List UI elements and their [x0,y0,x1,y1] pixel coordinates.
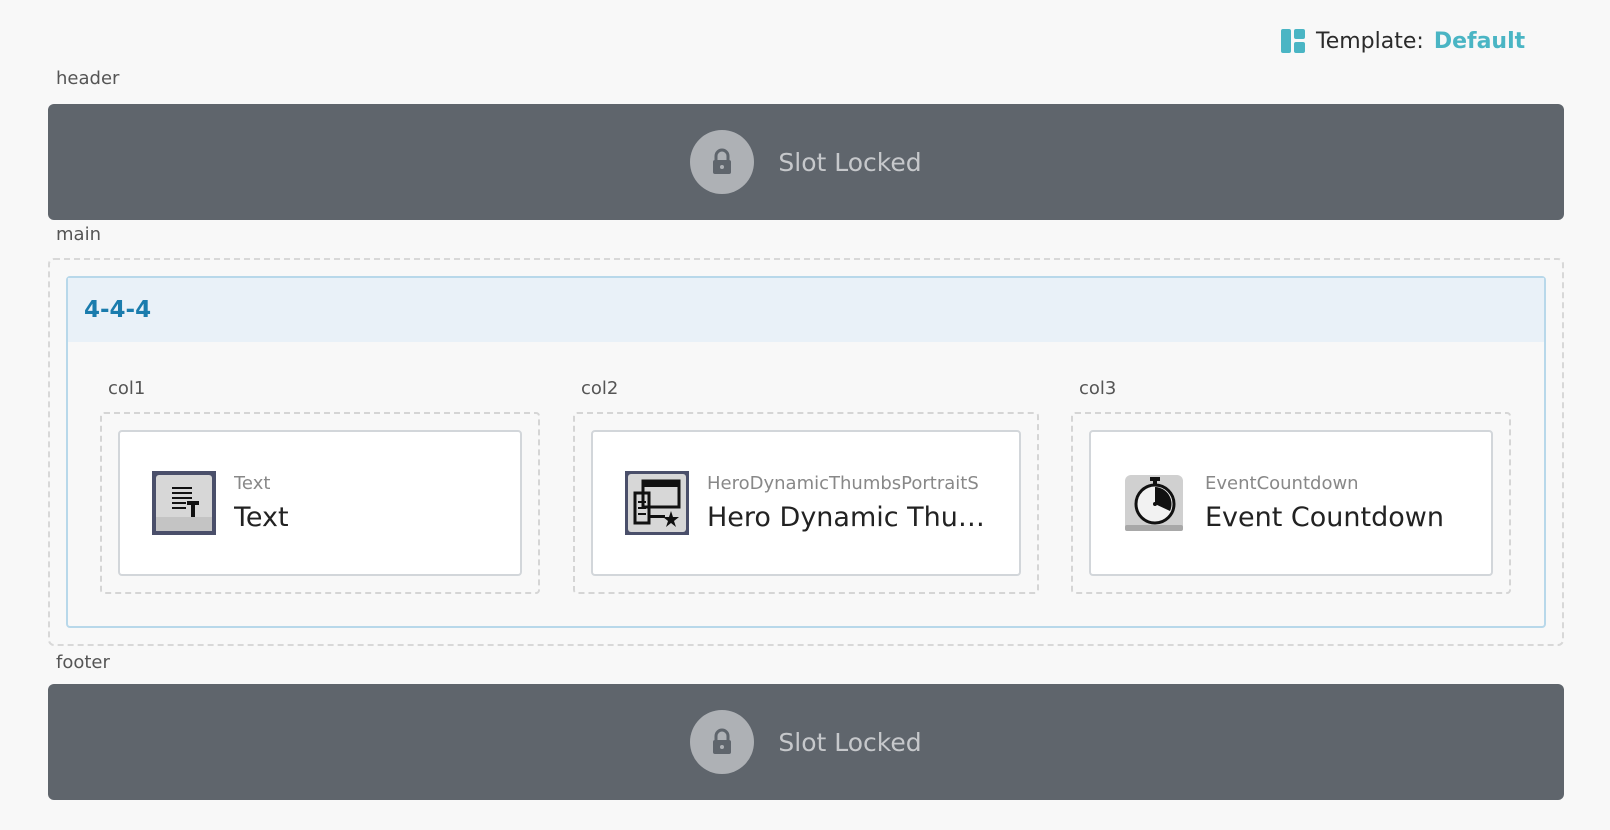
stopwatch-icon [1125,475,1183,531]
widget-card-hero-dynamic-thumbs[interactable]: HeroDynamicThumbsPortraitS Hero Dynamic … [591,430,1021,576]
col1-label: col1 [108,378,146,399]
widget-card-text[interactable]: Text Text [118,430,522,576]
widget-name: Text [234,502,289,533]
lock-icon [690,130,755,194]
header-slot-locked: Slot Locked [48,104,1564,220]
layout-template-icon [1281,29,1305,53]
template-value[interactable]: Default [1434,29,1525,54]
widget-type: HeroDynamicThumbsPortraitS [707,473,979,494]
hero-dynamic-thumbs-icon [625,471,689,535]
template-indicator[interactable]: Template: Default [1280,28,1525,54]
col3-label: col3 [1079,378,1117,399]
main-slot-label: main [56,224,101,245]
layout-header[interactable]: 4-4-4 [68,278,1544,342]
header-slot-locked-text: Slot Locked [778,147,922,177]
template-label: Template: [1316,28,1424,54]
widget-name: Event Countdown [1205,502,1444,533]
footer-slot-locked-text: Slot Locked [778,727,922,757]
widget-card-event-countdown[interactable]: EventCountdown Event Countdown [1089,430,1493,576]
header-slot-label: header [56,68,120,89]
widget-type: EventCountdown [1205,473,1359,494]
footer-slot-label: footer [56,652,110,673]
widget-name: Hero Dynamic Thumbs Portrait Slider [707,502,1003,533]
text-widget-icon [152,471,216,535]
footer-slot-locked: Slot Locked [48,684,1564,800]
layout-title: 4-4-4 [84,297,152,323]
col2-label: col2 [581,378,619,399]
lock-icon [690,710,755,774]
widget-type: Text [234,473,271,494]
